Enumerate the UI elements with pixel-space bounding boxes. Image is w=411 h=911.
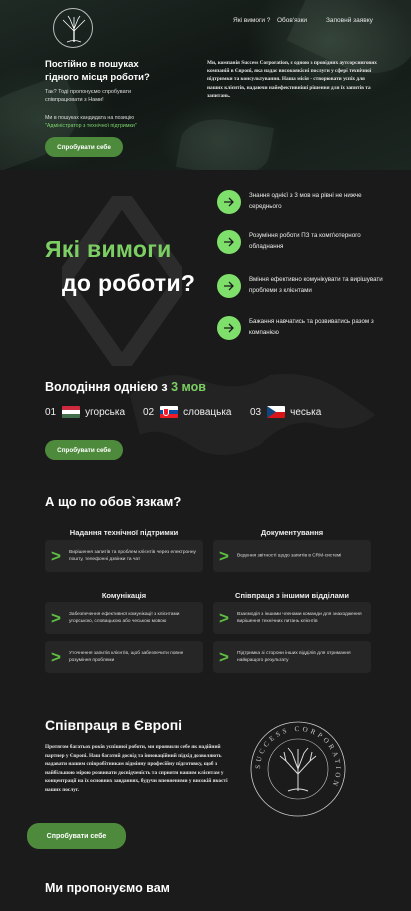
requirement-text: Бажання навчатись та розвиватись разом з… (249, 318, 374, 336)
chevron-right-icon: > (219, 546, 229, 566)
europe-text: Протягом багатьох років успішної роботи,… (45, 744, 228, 793)
requirements-section: Які вимоги до роботи? Знання однієї з 3 … (0, 170, 411, 480)
language-name: угорська (85, 406, 126, 418)
language-item-hungarian: 01 угорська (45, 406, 125, 418)
chevron-right-icon: > (219, 647, 229, 667)
duties-title: А що по обов`язкам? (45, 494, 182, 509)
duty-heading: Надання технічної підтримки (69, 528, 179, 537)
duty-heading: Комунікація (101, 591, 147, 600)
requirement-text: Розуміння роботи ПЗ та комп'ютерного обл… (249, 232, 361, 250)
duty-card: > Уточнення запитів клієнтів, щоб забезп… (45, 641, 203, 673)
language-name: чеська (290, 406, 322, 418)
requirement-item: Бажання навчатись та розвиватись разом з… (217, 316, 387, 342)
arrow-right-icon (217, 230, 241, 254)
europe-cta-button[interactable]: Спробувати себе (27, 823, 126, 849)
hero-section: Які вимоги ? Обов'язки Заповнй заявку По… (0, 0, 411, 170)
offer-title: Ми пропонуємо вам (45, 881, 170, 895)
nav-link-requirements[interactable]: Які вимоги ? (233, 17, 270, 24)
language-number: 02 (143, 406, 155, 418)
language-item-slovak: 02 словацька (143, 406, 232, 418)
europe-section: Співпраця в Європі Протягом багатьох рок… (0, 705, 411, 911)
requirement-text: Вміння ефективно комунікувати та вирішув… (249, 276, 383, 294)
company-logo-emblem: SUCCESS CORPORATION (250, 721, 346, 817)
duty-heading: Документування (260, 528, 324, 537)
duty-card-text: Забезпечення ефективної комунікації з кл… (69, 611, 180, 624)
duty-card: > Вирішення запитів та проблем клієнтів … (45, 540, 203, 572)
requirements-title-line2: до роботи? (62, 270, 196, 296)
requirements-title-line1: Які вимоги (45, 236, 172, 262)
nav-link-duties[interactable]: Обов'язки (277, 17, 307, 24)
hero-note-position: "Адміністратор з технічної підтримки" (45, 123, 137, 129)
slovakia-flag-icon (160, 406, 179, 418)
hero-title: Постійно в пошуках гідного місця роботи? (45, 59, 150, 83)
chevron-right-icon: > (51, 647, 61, 667)
europe-title: Співпраця в Європі (45, 717, 183, 733)
chevron-right-icon: > (219, 608, 229, 628)
chevron-right-icon: > (51, 546, 61, 566)
requirement-item: Розуміння роботи ПЗ та комп'ютерного обл… (217, 230, 387, 256)
languages-title-highlight: 3 мов (171, 380, 206, 394)
requirement-item: Знання однієї з 3 мов на рівні не нижче … (217, 190, 387, 216)
duty-card-text: Вирішення запитів та проблем клієнтів че… (69, 549, 196, 562)
duty-card: > Підтримка зі сторони інших відділів дл… (213, 641, 371, 673)
background-leaf (175, 112, 275, 170)
languages-title: Володіння однією з 3 мов (45, 380, 206, 394)
duty-card-text: Уточнення запитів клієнтів, щоб забезпеч… (69, 650, 184, 663)
duty-card: > Ведення звітності щодо запитів в CRM-с… (213, 540, 371, 572)
requirement-text: Знання однієї з 3 мов на рівні не нижче … (249, 192, 362, 210)
requirements-cta-button[interactable]: Спробувати себе (45, 440, 123, 460)
tree-icon (62, 15, 86, 43)
duty-card: > Взаємодія з іншими членами команди для… (213, 602, 371, 634)
company-description: Ми, компанія Success Corporation, є одно… (207, 60, 377, 99)
arrow-right-icon (217, 316, 241, 340)
logo[interactable] (53, 8, 93, 48)
hero-note: Ми в пошуках кандидата на позицію "Адмін… (45, 114, 165, 130)
arrow-right-icon (217, 274, 241, 298)
czech-flag-icon (267, 406, 286, 418)
duties-section: А що по обов`язкам? Надання технічної пі… (0, 480, 411, 705)
duty-card-text: Взаємодія з іншими членами команди для з… (237, 611, 362, 624)
language-item-czech: 03 чеська (250, 406, 321, 418)
hero-cta-button[interactable]: Спробувати себе (45, 137, 123, 157)
duty-heading: Співпраця з іншими відділами (235, 591, 349, 600)
arrow-right-icon (217, 190, 241, 214)
hero-note-prefix: Ми в пошуках кандидата на позицію (45, 115, 135, 121)
duty-card: > Забезпечення ефективної комунікації з … (45, 602, 203, 634)
hungary-flag-icon (62, 406, 81, 418)
tree-icon (279, 747, 317, 792)
chevron-right-icon: > (51, 608, 61, 628)
requirement-item: Вміння ефективно комунікувати та вирішув… (217, 274, 387, 300)
languages-title-prefix: Володіння однією з (45, 380, 168, 394)
language-number: 01 (45, 406, 57, 418)
language-number: 03 (250, 406, 262, 418)
duty-card-text: Підтримка зі сторони інших відділів для … (237, 650, 351, 663)
hero-subtitle: Так? Тоді пропонуємо спробувати співпрац… (45, 89, 132, 103)
language-name: словацька (183, 406, 232, 418)
nav-link-apply[interactable]: Заповнй заявку (326, 17, 373, 24)
duty-card-text: Ведення звітності щодо запитів в CRM-сис… (237, 553, 342, 559)
